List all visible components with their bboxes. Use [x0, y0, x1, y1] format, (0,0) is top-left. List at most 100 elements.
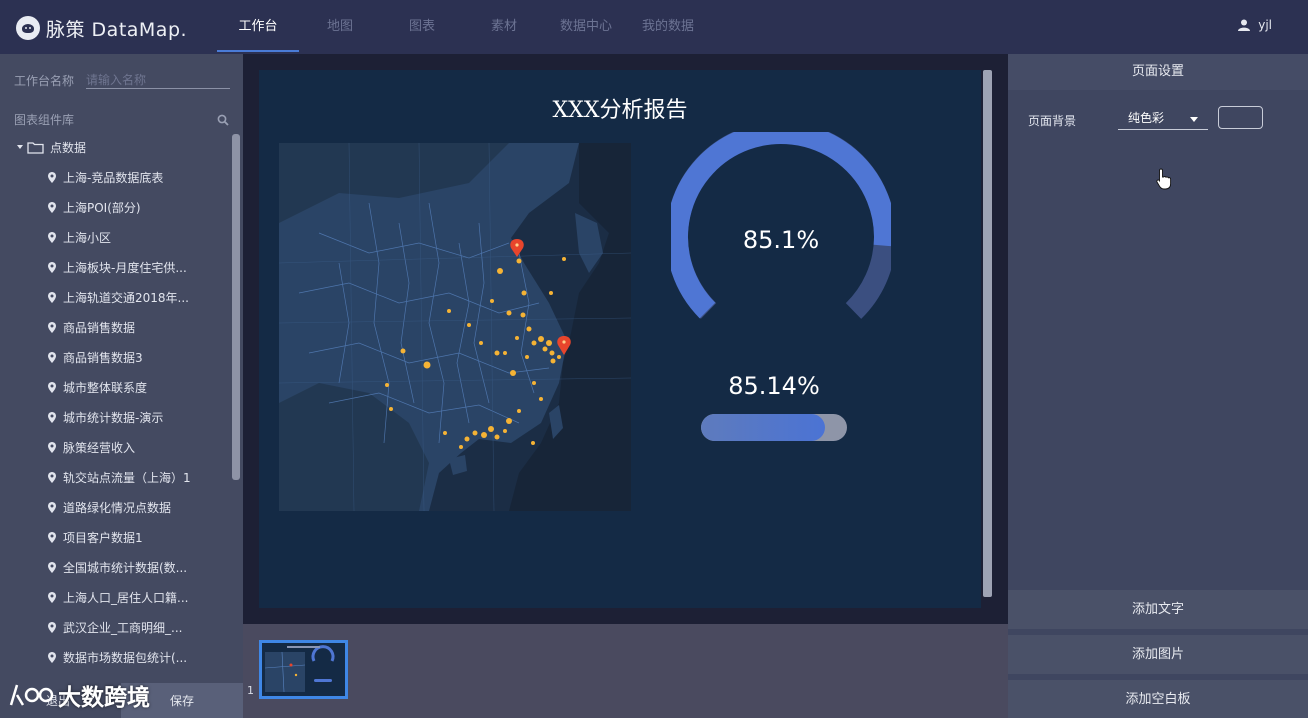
list-item-label: 脉策经营收入	[63, 440, 136, 455]
list-item[interactable]: 武汉企业_工商明细_...	[0, 612, 232, 642]
list-item-label: 上海轨道交通2018年...	[63, 290, 189, 305]
add-text-button[interactable]: 添加文字	[1008, 590, 1308, 629]
page-number: 1	[247, 684, 254, 697]
list-item[interactable]: 上海POI(部分)	[0, 192, 232, 222]
location-pin-icon	[48, 531, 56, 543]
app-logo[interactable]: 脉策 DataMap.	[16, 14, 187, 42]
library-tree: 点数据 上海-竞品数据底表 上海POI(部分) 上海小区 上海板块-月度住宅供.…	[0, 132, 232, 672]
list-item-label: 项目客户数据1	[63, 530, 143, 545]
library-scrollbar[interactable]	[232, 134, 240, 480]
editor-area: XXX分析报告 85.1% 85.14%	[243, 54, 1008, 624]
library-label: 图表组件库	[14, 113, 75, 127]
page-settings-header: 页面设置	[1008, 54, 1308, 90]
workbench-name-row: 工作台名称	[14, 71, 230, 89]
nav-my-data[interactable]: 我的数据	[627, 0, 709, 54]
nav-workbench[interactable]: 工作台	[217, 0, 299, 54]
progress-value-label: 85.14%	[728, 372, 820, 400]
list-item[interactable]: 上海人口_居住人口籍...	[0, 582, 232, 612]
location-pin-icon	[48, 621, 56, 633]
nav-data-center[interactable]: 数据中心	[545, 0, 627, 54]
folder-point-data[interactable]: 点数据	[0, 132, 232, 162]
hand-cursor-icon	[1156, 168, 1172, 190]
location-pin-icon	[48, 561, 56, 573]
watermark-text: 大数跨境	[58, 685, 150, 711]
list-item-label: 城市统计数据-演示	[63, 410, 164, 425]
list-item-label: 上海板块-月度住宅供...	[63, 260, 187, 275]
thumbnail-graphic	[262, 643, 345, 696]
list-item[interactable]: 脉策经营收入	[0, 432, 232, 462]
location-pin-icon	[48, 351, 56, 363]
page-background-label: 页面背景	[1028, 114, 1077, 128]
canvas-scrollbar[interactable]	[983, 70, 992, 597]
gauge-value-label: 85.1%	[742, 226, 820, 254]
user-icon	[1238, 19, 1251, 31]
page-strip: 1	[243, 624, 1008, 718]
progress-bar[interactable]	[701, 414, 847, 441]
location-pin-icon	[48, 261, 56, 273]
location-pin-icon	[48, 441, 56, 453]
list-item-label: 轨交站点流量（上海）1	[63, 470, 191, 485]
list-item-label: 数据市场数据包统计(...	[63, 650, 188, 665]
list-item-label: 上海POI(部分)	[63, 200, 141, 215]
list-item[interactable]: 上海板块-月度住宅供...	[0, 252, 232, 282]
china-point-map[interactable]	[279, 143, 631, 511]
top-navbar: 脉策 DataMap. 工作台 地图 图表 素材 数据中心 我的数据 yjl	[0, 0, 1308, 54]
location-pin-icon	[48, 411, 56, 423]
list-item[interactable]: 数据市场数据包统计(...	[0, 642, 232, 672]
list-item[interactable]: 全国城市统计数据(数...	[0, 552, 232, 582]
background-type-value: 纯色彩	[1128, 111, 1165, 125]
brand-name: 脉策 DataMap.	[46, 18, 188, 41]
list-item-label: 商品销售数据3	[63, 350, 143, 365]
folder-icon	[27, 141, 44, 154]
search-icon[interactable]	[217, 114, 229, 126]
user-menu[interactable]: yjl	[1238, 18, 1272, 32]
location-pin-icon	[48, 321, 56, 333]
user-name: yjl	[1258, 18, 1272, 32]
location-pin-icon	[48, 501, 56, 513]
list-item-label: 商品销售数据	[63, 320, 136, 335]
nav-chart[interactable]: 图表	[381, 0, 463, 54]
caret-down-icon	[17, 145, 23, 149]
list-item-label: 全国城市统计数据(数...	[63, 560, 188, 575]
chevron-down-icon	[1190, 117, 1198, 122]
list-item-label: 道路绿化情况点数据	[63, 500, 172, 515]
right-panel: 页面设置 页面背景 纯色彩 添加文字 添加图片 添加空白板	[1008, 54, 1308, 718]
report-canvas[interactable]: XXX分析报告 85.1% 85.14%	[259, 70, 981, 608]
add-image-button[interactable]: 添加图片	[1008, 635, 1308, 674]
add-blank-board-button[interactable]: 添加空白板	[1008, 680, 1308, 718]
map-graphic	[279, 143, 631, 511]
list-item[interactable]: 商品销售数据	[0, 312, 232, 342]
list-item-label: 上海-竞品数据底表	[63, 170, 164, 185]
list-item[interactable]: 城市统计数据-演示	[0, 402, 232, 432]
workbench-name-label: 工作台名称	[14, 73, 75, 88]
location-pin-icon	[48, 471, 56, 483]
logo-icon	[16, 16, 40, 40]
list-item[interactable]: 城市整体联系度	[0, 372, 232, 402]
list-item-label: 武汉企业_工商明细_...	[63, 620, 183, 635]
watermark-logo-icon	[9, 684, 54, 706]
nav-assets[interactable]: 素材	[463, 0, 545, 54]
list-item-label: 上海人口_居住人口籍...	[63, 590, 189, 605]
list-item[interactable]: 上海小区	[0, 222, 232, 252]
background-type-select[interactable]: 纯色彩	[1118, 106, 1208, 130]
workbench-name-input[interactable]	[86, 71, 230, 89]
background-color-picker[interactable]	[1218, 106, 1263, 129]
report-title[interactable]: XXX分析报告	[259, 92, 981, 124]
watermark: 大数跨境	[8, 678, 150, 712]
gauge-value-arc	[671, 132, 891, 319]
list-item-label: 城市整体联系度	[63, 380, 148, 395]
page-thumbnail[interactable]	[259, 640, 348, 699]
folder-label: 点数据	[50, 140, 87, 155]
list-item[interactable]: 轨交站点流量（上海）1	[0, 462, 232, 492]
list-item[interactable]: 上海轨道交通2018年...	[0, 282, 232, 312]
list-item-label: 上海小区	[63, 230, 112, 245]
nav-map[interactable]: 地图	[299, 0, 381, 54]
list-item[interactable]: 项目客户数据1	[0, 522, 232, 552]
location-pin-icon	[48, 651, 56, 663]
library-header: 图表组件库	[14, 111, 229, 128]
list-item[interactable]: 道路绿化情况点数据	[0, 492, 232, 522]
main-nav: 工作台 地图 图表 素材 数据中心 我的数据	[217, 0, 709, 54]
list-item[interactable]: 上海-竞品数据底表	[0, 162, 232, 192]
list-item[interactable]: 商品销售数据3	[0, 342, 232, 372]
location-pin-icon	[48, 591, 56, 603]
